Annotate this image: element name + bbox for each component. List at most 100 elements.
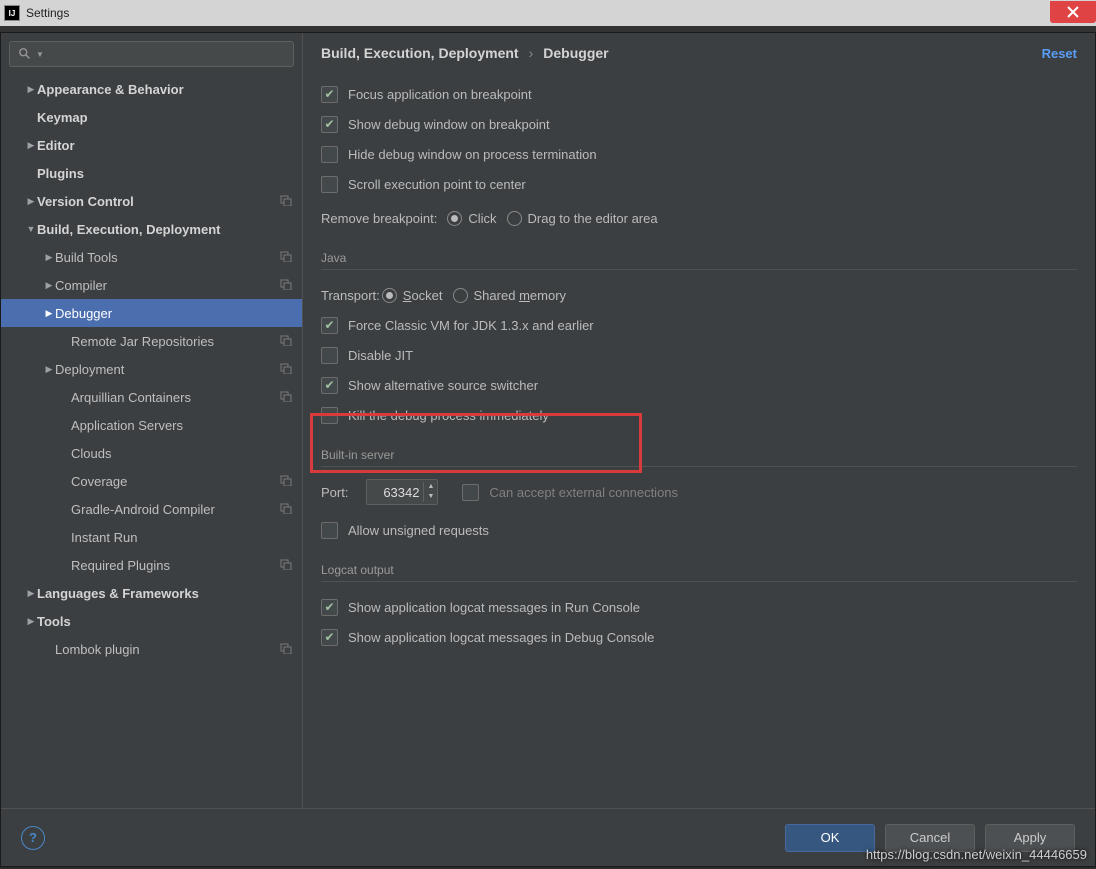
- sidebar-item-build-execution-deployment[interactable]: ▼Build, Execution, Deployment: [1, 215, 302, 243]
- checkbox[interactable]: [321, 599, 338, 616]
- option-logcat-debug[interactable]: Show application logcat messages in Debu…: [321, 622, 1077, 652]
- tree-label: Build Tools: [55, 250, 118, 265]
- radio-drag[interactable]: [507, 211, 522, 226]
- sidebar-item-lombok-plugin[interactable]: Lombok plugin: [1, 635, 302, 663]
- breadcrumb: Build, Execution, Deployment › Debugger …: [321, 45, 1077, 61]
- radio-click[interactable]: [447, 211, 462, 226]
- tree-label: Keymap: [37, 110, 88, 125]
- checkbox[interactable]: [321, 407, 338, 424]
- checkbox[interactable]: [321, 176, 338, 193]
- tree-label: Languages & Frameworks: [37, 586, 199, 601]
- scope-icon: [280, 362, 292, 377]
- tree-label: Required Plugins: [71, 558, 170, 573]
- checkbox-external[interactable]: [462, 484, 479, 501]
- sidebar-item-editor[interactable]: ▶Editor: [1, 131, 302, 159]
- sidebar-item-remote-jar-repositories[interactable]: Remote Jar Repositories: [1, 327, 302, 355]
- section-logcat: Logcat output: [321, 563, 1077, 582]
- scope-icon: [280, 390, 292, 405]
- expand-arrow-icon: ▼: [25, 224, 37, 234]
- radio-shared-memory[interactable]: [453, 288, 468, 303]
- radio-socket[interactable]: [382, 288, 397, 303]
- breadcrumb-separator: ›: [529, 45, 534, 61]
- sidebar-item-compiler[interactable]: ▶Compiler: [1, 271, 302, 299]
- sidebar-item-application-servers[interactable]: Application Servers: [1, 411, 302, 439]
- tree-label: Compiler: [55, 278, 107, 293]
- sidebar-item-tools[interactable]: ▶Tools: [1, 607, 302, 635]
- checkbox[interactable]: [321, 629, 338, 646]
- tree-label: Tools: [37, 614, 71, 629]
- sidebar-item-deployment[interactable]: ▶Deployment: [1, 355, 302, 383]
- ok-button[interactable]: OK: [785, 824, 875, 852]
- tree-label: Application Servers: [71, 418, 183, 433]
- close-icon: [1067, 6, 1079, 18]
- option-disable-jit[interactable]: Disable JIT: [321, 340, 1077, 370]
- sidebar-item-appearance-behavior[interactable]: ▶Appearance & Behavior: [1, 75, 302, 103]
- sidebar-item-keymap[interactable]: Keymap: [1, 103, 302, 131]
- expand-arrow-icon: ▶: [25, 140, 37, 151]
- option-focus-app[interactable]: Focus application on breakpoint: [321, 79, 1077, 109]
- checkbox[interactable]: [321, 317, 338, 334]
- search-input[interactable]: ▼: [9, 41, 294, 67]
- apply-button[interactable]: Apply: [985, 824, 1075, 852]
- scope-icon: [280, 474, 292, 489]
- expand-arrow-icon: ▶: [43, 252, 55, 263]
- scope-icon: [280, 278, 292, 293]
- option-show-debug-window[interactable]: Show debug window on breakpoint: [321, 109, 1077, 139]
- tree-label: Editor: [37, 138, 75, 153]
- expand-arrow-icon: ▶: [25, 84, 37, 95]
- checkbox[interactable]: [321, 377, 338, 394]
- sidebar-item-arquillian-containers[interactable]: Arquillian Containers: [1, 383, 302, 411]
- checkbox[interactable]: [321, 116, 338, 133]
- option-kill-debug[interactable]: Kill the debug process immediately: [321, 400, 1077, 430]
- sidebar-item-plugins[interactable]: Plugins: [1, 159, 302, 187]
- cancel-button[interactable]: Cancel: [885, 824, 975, 852]
- transport-label: Transport:: [321, 288, 380, 303]
- breadcrumb-current: Debugger: [543, 45, 608, 61]
- option-scroll-center[interactable]: Scroll execution point to center: [321, 169, 1077, 199]
- close-button[interactable]: [1050, 1, 1096, 23]
- sidebar-item-debugger[interactable]: ▶Debugger: [1, 299, 302, 327]
- sidebar-item-version-control[interactable]: ▶Version Control: [1, 187, 302, 215]
- search-icon: [18, 47, 32, 61]
- remove-breakpoint-label: Remove breakpoint:: [321, 211, 437, 226]
- expand-arrow-icon: ▶: [43, 280, 55, 291]
- option-allow-unsigned[interactable]: Allow unsigned requests: [321, 515, 1077, 545]
- port-input[interactable]: [367, 485, 423, 500]
- expand-arrow-icon: ▶: [25, 616, 37, 627]
- sidebar-item-coverage[interactable]: Coverage: [1, 467, 302, 495]
- port-spinner[interactable]: ▲▼: [366, 479, 438, 505]
- sidebar-item-instant-run[interactable]: Instant Run: [1, 523, 302, 551]
- sidebar: ▼ ▶Appearance & BehaviorKeymap▶EditorPlu…: [1, 33, 303, 808]
- checkbox[interactable]: [321, 86, 338, 103]
- tree-label: Version Control: [37, 194, 134, 209]
- spinner-arrows[interactable]: ▲▼: [423, 482, 437, 502]
- sidebar-item-gradle-android-compiler[interactable]: Gradle-Android Compiler: [1, 495, 302, 523]
- tree-label: Deployment: [55, 362, 124, 377]
- tree-label: Gradle-Android Compiler: [71, 502, 215, 517]
- section-built-in-server: Built-in server: [321, 448, 1077, 467]
- help-button[interactable]: ?: [21, 826, 45, 850]
- tree-label: Lombok plugin: [55, 642, 140, 657]
- section-java: Java: [321, 251, 1077, 270]
- option-force-classic-vm[interactable]: Force Classic VM for JDK 1.3.x and earli…: [321, 310, 1077, 340]
- option-hide-debug-window[interactable]: Hide debug window on process termination: [321, 139, 1077, 169]
- breadcrumb-parent[interactable]: Build, Execution, Deployment: [321, 45, 519, 61]
- expand-arrow-icon: ▶: [25, 196, 37, 207]
- app-icon: IJ: [4, 5, 20, 21]
- checkbox[interactable]: [321, 522, 338, 539]
- chevron-down-icon: ▼: [36, 50, 44, 59]
- tree-label: Plugins: [37, 166, 84, 181]
- tree-label: Build, Execution, Deployment: [37, 222, 220, 237]
- option-logcat-run[interactable]: Show application logcat messages in Run …: [321, 592, 1077, 622]
- checkbox[interactable]: [321, 146, 338, 163]
- sidebar-item-build-tools[interactable]: ▶Build Tools: [1, 243, 302, 271]
- sidebar-item-languages-frameworks[interactable]: ▶Languages & Frameworks: [1, 579, 302, 607]
- settings-tree: ▶Appearance & BehaviorKeymap▶EditorPlugi…: [1, 73, 302, 808]
- footer: ? OK Cancel Apply: [1, 808, 1095, 866]
- option-alt-source-switcher[interactable]: Show alternative source switcher: [321, 370, 1077, 400]
- sidebar-item-clouds[interactable]: Clouds: [1, 439, 302, 467]
- sidebar-item-required-plugins[interactable]: Required Plugins: [1, 551, 302, 579]
- reset-link[interactable]: Reset: [1042, 46, 1077, 61]
- checkbox[interactable]: [321, 347, 338, 364]
- tree-label: Arquillian Containers: [71, 390, 191, 405]
